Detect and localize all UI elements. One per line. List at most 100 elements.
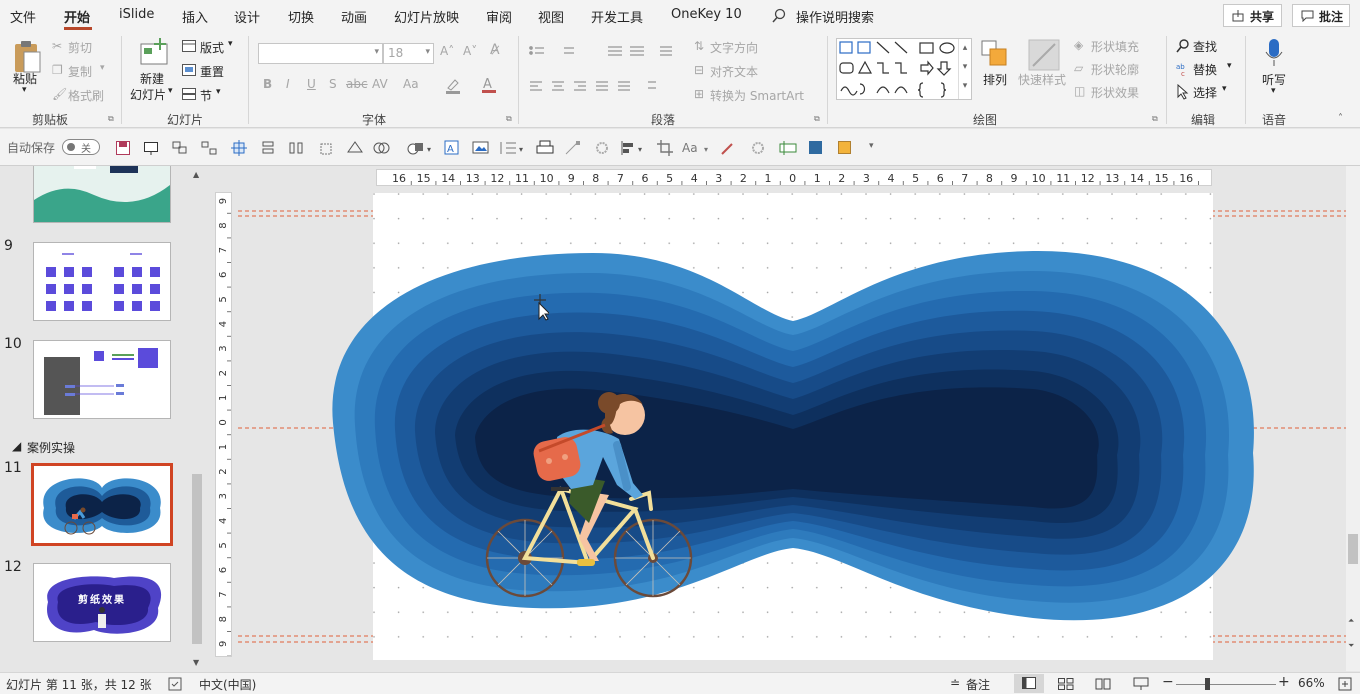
dialog-launcher-icon[interactable]: ⧉ bbox=[506, 114, 512, 124]
collapse-ribbon-icon[interactable]: ˄ bbox=[1338, 113, 1343, 124]
zoom-slider[interactable] bbox=[1176, 684, 1276, 685]
eyedropper-icon[interactable] bbox=[720, 140, 736, 156]
tab-transitions[interactable]: 切换 bbox=[288, 7, 314, 26]
slide-thumbnail-11[interactable] bbox=[31, 463, 173, 546]
merge-shapes-icon[interactable] bbox=[346, 140, 364, 156]
normal-view-button[interactable] bbox=[1014, 674, 1044, 693]
reading-view-icon[interactable] bbox=[1095, 678, 1111, 690]
slide-thumbnail-10[interactable] bbox=[33, 340, 171, 419]
group-objects-icon[interactable] bbox=[172, 141, 188, 155]
tab-islide[interactable]: iSlide bbox=[119, 7, 154, 22]
color-swatch-orange[interactable] bbox=[838, 141, 851, 154]
slide-vertical-scrollbar[interactable]: ⏶ ⏷ bbox=[1346, 166, 1360, 671]
sun-effects-icon[interactable] bbox=[750, 140, 766, 156]
slide-thumbnail-8[interactable] bbox=[33, 166, 171, 223]
insert-shape-icon[interactable]: ▾ bbox=[407, 140, 435, 156]
char-spacing-button[interactable]: AV bbox=[372, 77, 388, 91]
line-spacing-icon[interactable]: ▾ bbox=[498, 140, 526, 156]
clear-format-icon[interactable]: A̷ bbox=[490, 42, 500, 58]
guides-icon[interactable] bbox=[779, 140, 797, 156]
strikethrough-button[interactable]: abc bbox=[346, 77, 368, 91]
tab-design[interactable]: 设计 bbox=[234, 7, 260, 26]
bold-button[interactable]: B bbox=[263, 77, 272, 91]
tab-home[interactable]: 开始 bbox=[64, 7, 90, 26]
slide-thumbnail-9[interactable] bbox=[33, 242, 171, 321]
edit-points-icon[interactable] bbox=[564, 140, 582, 156]
prev-slide-icon[interactable]: ⏶ bbox=[1348, 616, 1354, 626]
autosave-toggle[interactable]: 关 bbox=[62, 139, 100, 155]
slide-sorter-view-icon[interactable] bbox=[1058, 678, 1074, 690]
start-slideshow-icon[interactable] bbox=[144, 141, 158, 155]
customize-toolbar-icon[interactable]: ▾ bbox=[869, 141, 874, 151]
slide-canvas[interactable] bbox=[332, 193, 1254, 660]
layout-button[interactable]: 版式 bbox=[200, 39, 224, 56]
zoom-in-button[interactable]: + bbox=[1278, 674, 1290, 690]
zoom-slider-thumb[interactable] bbox=[1205, 678, 1210, 690]
crop-icon[interactable] bbox=[657, 140, 673, 156]
accessibility-check-icon[interactable] bbox=[168, 677, 182, 691]
textbox-icon[interactable]: A bbox=[444, 140, 460, 156]
tab-animations[interactable]: 动画 bbox=[341, 7, 367, 26]
replace-button[interactable]: 替换 bbox=[1193, 61, 1217, 78]
underline-button[interactable]: U bbox=[307, 77, 316, 91]
tab-onekey[interactable]: OneKey 10 bbox=[671, 7, 742, 22]
shapes-gallery[interactable]: ▴ ▾ ▾ bbox=[836, 38, 972, 100]
tell-me-search[interactable]: 操作说明搜索 bbox=[796, 7, 874, 26]
dialog-launcher-icon[interactable]: ⧉ bbox=[108, 114, 114, 124]
arrange-button[interactable]: 排列 bbox=[983, 71, 1007, 88]
paragraph-controls-icon[interactable] bbox=[528, 44, 678, 104]
align-center-icon[interactable] bbox=[231, 140, 247, 156]
select-button[interactable]: 选择 bbox=[1193, 84, 1217, 101]
change-case-button[interactable]: Aa bbox=[403, 77, 419, 91]
color-swatch-blue[interactable] bbox=[809, 141, 822, 154]
text-direction-button[interactable]: 文字方向 bbox=[710, 39, 758, 56]
ungroup-objects-icon[interactable] bbox=[201, 141, 217, 155]
new-slide-button[interactable]: 新建 bbox=[140, 70, 164, 87]
picture-icon[interactable] bbox=[472, 140, 490, 156]
shape-outline-button[interactable]: 形状轮廓 bbox=[1091, 61, 1139, 78]
convert-smartart-button[interactable]: 转换为 SmartArt bbox=[710, 87, 804, 104]
thumbnail-scrollbar-thumb[interactable] bbox=[192, 474, 202, 644]
copy-button[interactable]: 复制 bbox=[68, 63, 92, 80]
font-name-select[interactable]: ▾ bbox=[258, 43, 383, 64]
tab-file[interactable]: 文件 bbox=[10, 7, 36, 26]
combine-shapes-icon[interactable] bbox=[372, 140, 396, 156]
slide-thumbnail-12[interactable]: 剪纸效果 bbox=[33, 563, 171, 642]
tab-review[interactable]: 审阅 bbox=[486, 7, 512, 26]
slide-scrollbar-thumb[interactable] bbox=[1348, 534, 1358, 564]
gear-icon[interactable] bbox=[594, 140, 610, 156]
reset-button[interactable]: 重置 bbox=[200, 63, 224, 80]
distribute-vertical-icon[interactable] bbox=[289, 141, 305, 155]
section-button[interactable]: 节 bbox=[200, 87, 212, 104]
align-objects-icon[interactable]: ▾ bbox=[620, 140, 648, 156]
text-shadow-button[interactable]: S bbox=[329, 77, 337, 91]
find-button[interactable]: 查找 bbox=[1193, 38, 1217, 55]
quick-styles-button[interactable]: 快速样式 bbox=[1018, 71, 1066, 88]
change-case-icon[interactable]: Aa ▾ bbox=[682, 140, 712, 156]
shrink-font-icon[interactable]: A˅ bbox=[463, 44, 477, 58]
format-painter-button[interactable]: 格式刷 bbox=[68, 87, 104, 104]
cut-button[interactable]: 剪切 bbox=[68, 39, 92, 56]
tab-insert[interactable]: 插入 bbox=[182, 7, 208, 26]
next-slide-icon[interactable]: ⏷ bbox=[1348, 641, 1354, 651]
section-header[interactable]: 案例实操 bbox=[27, 439, 75, 456]
language-status[interactable]: 中文(中国) bbox=[199, 676, 256, 693]
share-button[interactable]: 共享 bbox=[1223, 4, 1282, 27]
align-text-button[interactable]: 对齐文本 bbox=[710, 63, 758, 80]
section-collapse-icon[interactable]: ◢ bbox=[12, 439, 21, 453]
distribute-horizontal-icon[interactable] bbox=[260, 141, 276, 155]
slideshow-view-icon[interactable] bbox=[1133, 677, 1149, 691]
notes-button[interactable]: 备注 bbox=[966, 676, 990, 693]
dialog-launcher-icon[interactable]: ⧉ bbox=[1152, 114, 1158, 124]
italic-button[interactable]: I bbox=[286, 77, 290, 91]
shape-effects-button[interactable]: 形状效果 bbox=[1091, 84, 1139, 101]
fit-to-window-icon[interactable] bbox=[1338, 677, 1352, 691]
tab-developer[interactable]: 开发工具 bbox=[591, 7, 643, 26]
zoom-level[interactable]: 66% bbox=[1298, 676, 1325, 690]
rotate-icon[interactable] bbox=[318, 141, 334, 155]
comments-button[interactable]: 批注 bbox=[1292, 4, 1350, 27]
highlight-icon[interactable] bbox=[444, 78, 472, 94]
tab-slideshow[interactable]: 幻灯片放映 bbox=[394, 7, 459, 26]
print-icon[interactable] bbox=[536, 140, 554, 156]
zoom-out-button[interactable]: − bbox=[1162, 674, 1174, 690]
